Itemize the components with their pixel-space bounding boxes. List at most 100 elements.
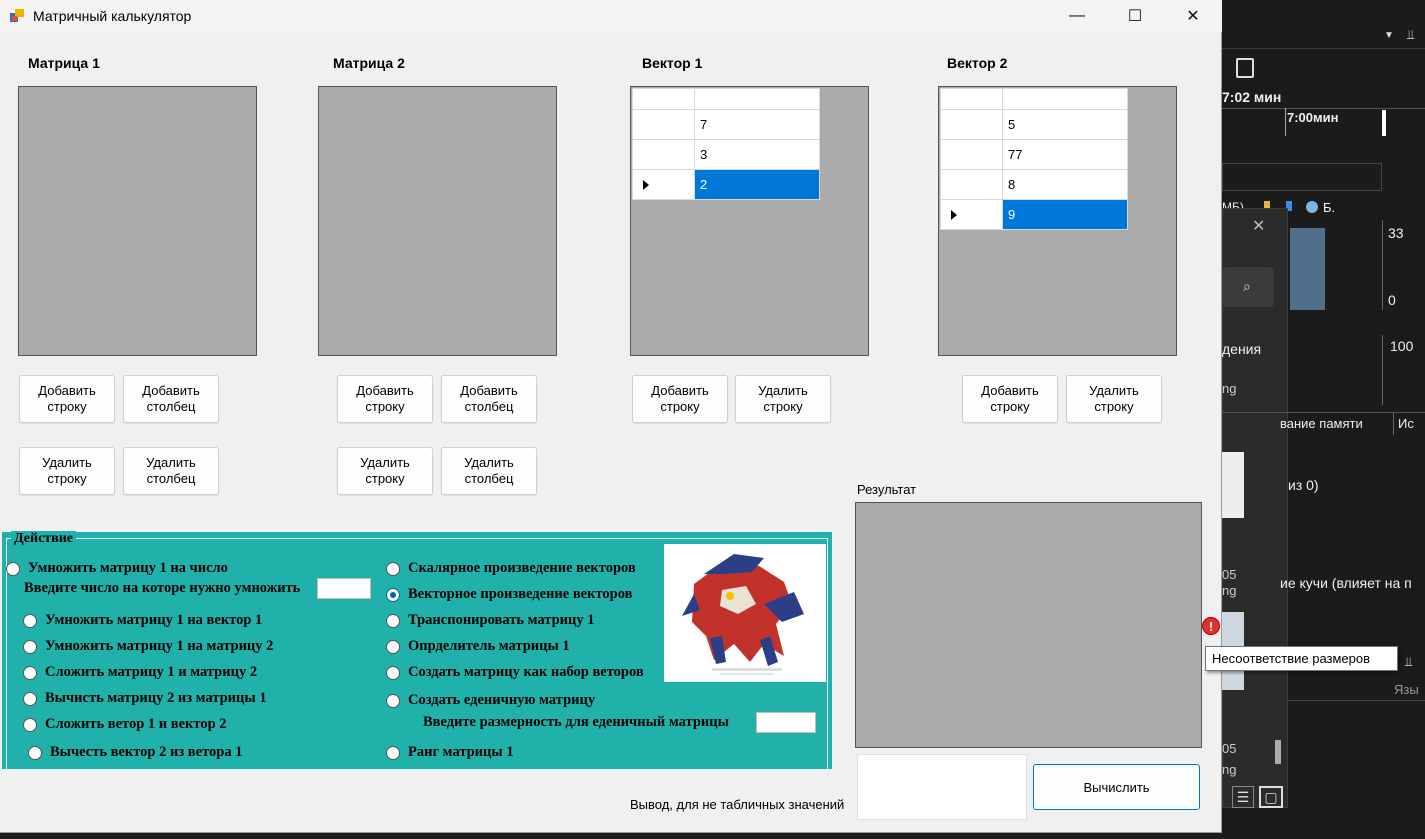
timeline-cursor[interactable] (1382, 110, 1386, 136)
table-cell-selected[interactable]: 2 (694, 169, 820, 200)
corner-header (940, 88, 1003, 110)
result-grid[interactable] (855, 502, 1202, 748)
current-row-arrow-icon (643, 180, 649, 190)
radio-dot[interactable] (6, 561, 20, 576)
error-icon[interactable]: ! (1202, 617, 1220, 635)
matrix2-add-row-button[interactable]: Добавить строку (337, 375, 433, 423)
table-cell-selected[interactable]: 9 (1002, 199, 1128, 230)
radio-mult-by-number[interactable]: Умножить матрицу 1 на число (6, 560, 228, 577)
radio-dot[interactable] (23, 639, 37, 654)
error-tooltip: Несоответствие размеров (1205, 646, 1398, 671)
row-header[interactable] (632, 139, 695, 170)
tab-memory[interactable]: вание памяти (1280, 416, 1363, 431)
vector1-table[interactable]: 7 3 2 (632, 88, 820, 200)
radio-label: Ранг матрицы 1 (408, 744, 514, 760)
radio-label: Умножить матрицу 1 на число (28, 560, 228, 576)
vector2-add-row-button[interactable]: Добавить строку (962, 375, 1058, 423)
radio-sub-vectors[interactable]: Вычесть вектор 2 из ветора 1 (28, 744, 242, 761)
pin-icon[interactable]: ⫫ (1405, 654, 1412, 670)
radio-dot[interactable] (386, 639, 400, 654)
minimize-button[interactable]: — (1048, 0, 1106, 32)
row-header[interactable] (940, 139, 1003, 170)
output-label: Вывод, для не табличных значений (630, 797, 845, 812)
list-view-icon[interactable]: ☰ (1232, 786, 1254, 808)
vector1-label: Вектор 1 (642, 55, 703, 71)
chart-100: 100 (1390, 338, 1414, 354)
table-cell[interactable]: 5 (1002, 109, 1128, 140)
column-header[interactable] (1002, 88, 1128, 110)
radio-dot[interactable] (23, 613, 37, 628)
vector2-delete-row-button[interactable]: Удалить строку (1066, 375, 1162, 423)
radio-determinant[interactable]: Опрделитель матрицы 1 (386, 638, 570, 655)
matrix2-delete-column-button[interactable]: Удалить столбец (441, 447, 537, 495)
vector1-add-row-button[interactable]: Добавить строку (632, 375, 728, 423)
radio-dot[interactable] (386, 561, 400, 576)
action-legend: Действие (11, 531, 77, 547)
radio-rank[interactable]: Ранг матрицы 1 (386, 744, 514, 761)
legend-circle (1306, 201, 1318, 213)
vector1-grid[interactable]: 7 3 2 (630, 86, 869, 356)
number-input[interactable] (317, 578, 371, 599)
matrix2-add-column-button[interactable]: Добавить столбец (441, 375, 537, 423)
radio-vector-product[interactable]: Векторное произведение векторов (386, 586, 632, 603)
row-header-current[interactable] (940, 199, 1003, 230)
row-header-current[interactable] (632, 169, 695, 200)
tab-is[interactable]: Ис (1398, 416, 1414, 431)
column-header[interactable] (694, 88, 820, 110)
table-cell[interactable]: 77 (1002, 139, 1128, 170)
chart-min: 0 (1388, 292, 1396, 308)
radio-add-matrices[interactable]: Сложить матрицу 1 и матрицу 2 (23, 664, 257, 681)
table-cell[interactable]: 8 (1002, 169, 1128, 200)
search-icon[interactable]: ⌕ (1243, 278, 1251, 295)
matrix1-grid[interactable] (18, 86, 257, 356)
radio-add-vectors[interactable]: Сложить ветор 1 и вектор 2 (23, 716, 227, 733)
matrix2-grid[interactable] (318, 86, 557, 356)
matrix1-delete-row-button[interactable]: Удалить строку (19, 447, 115, 495)
calculate-button[interactable]: Вычислить (1033, 764, 1200, 810)
profiler-icon[interactable] (1236, 58, 1254, 78)
radio-label: Сложить ветор 1 и вектор 2 (45, 716, 227, 732)
vector2-table[interactable]: 5 77 8 9 (940, 88, 1128, 230)
close-button[interactable]: ✕ (1164, 0, 1222, 32)
radio-matrix-from-vectors[interactable]: Создать матрицу как набор веторов (386, 664, 644, 681)
radio-dot[interactable] (28, 745, 42, 760)
matrix1-delete-column-button[interactable]: Удалить столбец (123, 447, 219, 495)
radio-dot[interactable] (23, 717, 37, 732)
close-icon[interactable]: ✕ (1252, 216, 1265, 236)
panel-text: ие кучи (влияет на п (1280, 575, 1412, 591)
radio-dot[interactable] (23, 665, 37, 680)
output-textbox[interactable] (857, 754, 1027, 820)
radio-label: Скалярное произведение векторов (408, 560, 636, 576)
app-icon (9, 8, 25, 24)
grid-view-icon[interactable]: ▢ (1259, 786, 1283, 808)
radio-dot[interactable] (386, 665, 400, 680)
matrix1-add-row-button[interactable]: Добавить строку (19, 375, 115, 423)
radio-mult-by-matrix[interactable]: Умножить матрицу 1 на матрицу 2 (23, 638, 273, 655)
panel-text: ng (1222, 583, 1237, 598)
scrollbar-thumb[interactable] (1275, 740, 1281, 764)
vector1-delete-row-button[interactable]: Удалить строку (735, 375, 831, 423)
row-header[interactable] (632, 109, 695, 140)
radio-identity[interactable]: Создать еденичную матрицу (386, 692, 595, 709)
radio-label: Умножить матрицу 1 на вектор 1 (45, 612, 263, 628)
radio-transpose[interactable]: Транспонировать матрицу 1 (386, 612, 594, 629)
vector2-label: Вектор 2 (947, 55, 1008, 71)
table-cell[interactable]: 3 (694, 139, 820, 170)
radio-sub-matrices[interactable]: Вычисть матрицу 2 из матрицы 1 (23, 690, 267, 707)
matrix2-delete-row-button[interactable]: Удалить строку (337, 447, 433, 495)
result-label: Результат (857, 482, 917, 497)
radio-mult-by-vector[interactable]: Умножить матрицу 1 на вектор 1 (23, 612, 262, 629)
radio-dot-checked[interactable] (386, 587, 400, 602)
radio-dot[interactable] (386, 693, 400, 708)
table-cell[interactable]: 7 (694, 109, 820, 140)
vector2-grid[interactable]: 5 77 8 9 (938, 86, 1177, 356)
radio-dot[interactable] (386, 613, 400, 628)
radio-scalar-product[interactable]: Скалярное произведение векторов (386, 560, 636, 577)
radio-dot[interactable] (23, 691, 37, 706)
maximize-button[interactable]: ☐ (1106, 0, 1164, 32)
dimension-input[interactable] (756, 712, 816, 733)
radio-dot[interactable] (386, 745, 400, 760)
row-header[interactable] (940, 109, 1003, 140)
matrix1-add-column-button[interactable]: Добавить столбец (123, 375, 219, 423)
row-header[interactable] (940, 169, 1003, 200)
